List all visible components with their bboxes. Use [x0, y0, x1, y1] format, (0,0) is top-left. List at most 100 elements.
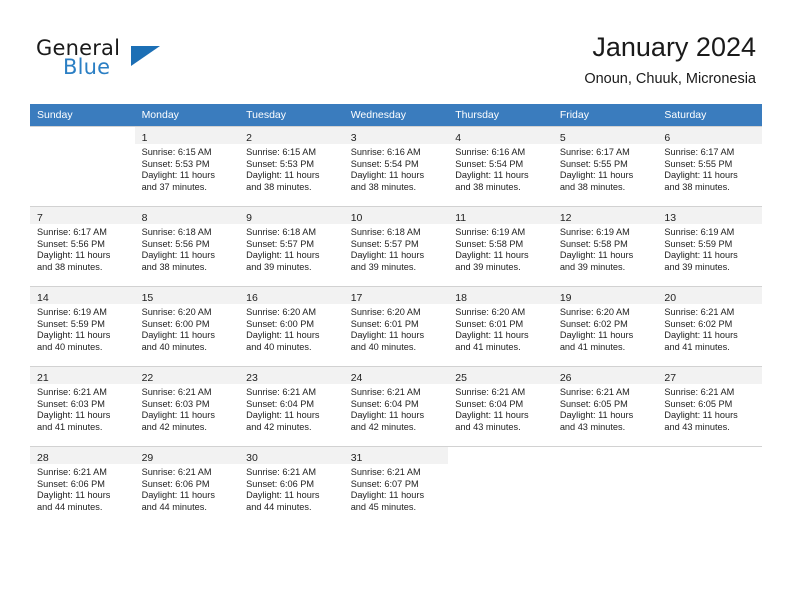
day-cell-inner	[552, 446, 658, 526]
day-detail-line: Sunset: 6:03 PM	[37, 398, 105, 409]
calendar-day-cell[interactable]: 8 Sunrise: 6:18 AM Sunset: 5:56 PM Daylight…	[134, 206, 240, 286]
day-detail-line: Sunrise: 6:17 AM	[37, 227, 107, 237]
day-number-bar: 9	[239, 207, 344, 224]
day-number: 2	[246, 132, 252, 144]
day-number: 20	[664, 292, 677, 304]
day-detail-line: and 41 minutes.	[559, 341, 626, 352]
day-detail-line: Daylight: 11 hours	[37, 410, 111, 421]
calendar-day-cell[interactable]: 2 Sunrise: 6:15 AM Sunset: 5:53 PM Daylight…	[239, 126, 344, 206]
day-detail-lines: Sunrise: 6:21 AM Sunset: 6:06 PM Daylight:…	[239, 464, 344, 513]
calendar-day-cell[interactable]: 27 Sunrise: 6:21 AM Sunset: 6:05 PM Dayligh…	[657, 366, 762, 446]
day-number: 1	[141, 132, 148, 144]
day-cell-inner: 19 Sunrise: 6:20 AM Sunset: 6:02 PM Dayligh…	[552, 286, 658, 366]
day-detail-line: Sunset: 6:05 PM	[664, 398, 733, 409]
calendar-day-cell[interactable]: 15 Sunrise: 6:20 AM Sunset: 6:00 PM Dayligh…	[134, 286, 240, 366]
day-cell-inner: 15 Sunrise: 6:20 AM Sunset: 6:00 PM Dayligh…	[134, 286, 240, 366]
calendar-day-cell[interactable]: 22 Sunrise: 6:21 AM Sunset: 6:03 PM Dayligh…	[134, 366, 240, 446]
day-detail-line: Sunset: 6:04 PM	[246, 398, 315, 409]
calendar-empty-cell	[552, 446, 658, 526]
calendar-day-cell[interactable]: 30 Sunrise: 6:21 AM Sunset: 6:06 PM Dayligh…	[239, 446, 344, 526]
day-detail-line: Sunset: 6:02 PM	[664, 318, 733, 329]
calendar-day-cell[interactable]: 4 Sunrise: 6:16 AM Sunset: 5:54 PM Daylight…	[448, 126, 553, 206]
calendar-day-cell[interactable]: 21 Sunrise: 6:21 AM Sunset: 6:03 PM Dayligh…	[30, 366, 135, 446]
calendar-day-cell[interactable]: 25 Sunrise: 6:21 AM Sunset: 6:04 PM Dayligh…	[448, 366, 553, 446]
day-number: 23	[246, 372, 258, 384]
calendar-day-cell[interactable]: 7 Sunrise: 6:17 AM Sunset: 5:56 PM Daylight…	[30, 206, 135, 286]
day-cell-inner: 17 Sunrise: 6:20 AM Sunset: 6:01 PM Dayligh…	[343, 286, 449, 366]
calendar-day-cell[interactable]: 1 Sunrise: 6:15 AM Sunset: 5:53 PM Daylight…	[134, 126, 240, 206]
day-detail-line: and 40 minutes.	[246, 341, 312, 352]
day-detail-line: Sunrise: 6:21 AM	[350, 387, 421, 397]
calendar-day-cell[interactable]: 19 Sunrise: 6:20 AM Sunset: 6:02 PM Dayligh…	[552, 286, 658, 366]
day-cell-inner: 7 Sunrise: 6:17 AM Sunset: 5:56 PM Daylight…	[30, 206, 135, 286]
weekday-header-thursday: Thursday	[448, 104, 553, 126]
day-detail-line: Daylight: 11 hours	[664, 330, 738, 341]
day-detail-lines: Sunrise: 6:16 AM Sunset: 5:54 PM Daylight:…	[344, 144, 449, 193]
day-detail-line: and 38 minutes.	[141, 261, 207, 272]
day-number-bar: 6	[657, 127, 762, 144]
day-detail-line: Daylight: 11 hours	[246, 490, 320, 501]
calendar-day-cell[interactable]: 31 Sunrise: 6:21 AM Sunset: 6:07 PM Dayligh…	[343, 446, 449, 526]
day-detail-line: Sunset: 6:03 PM	[141, 398, 210, 409]
calendar-day-cell[interactable]: 12 Sunrise: 6:19 AM Sunset: 5:58 PM Dayligh…	[552, 206, 658, 286]
calendar-day-cell[interactable]: 14 Sunrise: 6:19 AM Sunset: 5:59 PM Dayligh…	[30, 286, 135, 366]
day-detail-line: Sunrise: 6:21 AM	[37, 387, 107, 397]
day-detail-lines: Sunrise: 6:17 AM Sunset: 5:55 PM Daylight:…	[657, 144, 762, 193]
calendar-day-cell[interactable]: 20 Sunrise: 6:21 AM Sunset: 6:02 PM Dayligh…	[657, 286, 762, 366]
day-detail-line: Sunrise: 6:17 AM	[559, 147, 630, 157]
day-number-bar: 14	[30, 287, 135, 304]
day-cell-inner	[657, 446, 762, 526]
calendar-page: General Blue January 2024 Onoun, Chuuk, …	[0, 0, 792, 612]
calendar-day-cell[interactable]: 6 Sunrise: 6:17 AM Sunset: 5:55 PM Daylight…	[657, 126, 762, 206]
calendar-day-cell[interactable]: 5 Sunrise: 6:17 AM Sunset: 5:55 PM Daylight…	[552, 126, 658, 206]
calendar-day-cell[interactable]: 26 Sunrise: 6:21 AM Sunset: 6:05 PM Dayligh…	[552, 366, 658, 446]
calendar-day-cell[interactable]: 13 Sunrise: 6:19 AM Sunset: 5:59 PM Dayligh…	[657, 206, 762, 286]
day-number-bar: 12	[552, 207, 658, 224]
day-detail-line: Daylight: 11 hours	[141, 330, 215, 341]
day-number: 4	[455, 132, 462, 144]
day-cell-inner: 29 Sunrise: 6:21 AM Sunset: 6:06 PM Dayligh…	[134, 446, 240, 526]
day-detail-line: Sunset: 5:54 PM	[350, 158, 419, 169]
day-detail-line: Sunrise: 6:15 AM	[246, 147, 317, 157]
day-detail-line: Sunrise: 6:19 AM	[455, 227, 526, 237]
calendar-day-cell[interactable]: 24 Sunrise: 6:21 AM Sunset: 6:04 PM Dayligh…	[343, 366, 449, 446]
day-number: 9	[246, 212, 252, 224]
calendar-day-cell[interactable]: 18 Sunrise: 6:20 AM Sunset: 6:01 PM Dayligh…	[448, 286, 553, 366]
day-detail-lines: Sunrise: 6:21 AM Sunset: 6:04 PM Daylight:…	[448, 384, 553, 433]
calendar-day-cell[interactable]: 11 Sunrise: 6:19 AM Sunset: 5:58 PM Dayligh…	[448, 206, 553, 286]
day-detail-line: Daylight: 11 hours	[455, 410, 529, 421]
day-cell-inner: 5 Sunrise: 6:17 AM Sunset: 5:55 PM Daylight…	[552, 126, 658, 206]
weekday-header-wednesday: Wednesday	[343, 104, 449, 126]
day-detail-line: Sunset: 6:06 PM	[246, 478, 315, 489]
day-detail-line: Sunrise: 6:21 AM	[141, 467, 212, 477]
day-detail-lines: Sunrise: 6:19 AM Sunset: 5:59 PM Daylight:…	[30, 304, 135, 353]
calendar-day-cell[interactable]: 16 Sunrise: 6:20 AM Sunset: 6:00 PM Dayligh…	[239, 286, 344, 366]
day-detail-line: Sunset: 6:04 PM	[350, 398, 419, 409]
day-number-bar: 31	[343, 447, 449, 464]
day-detail-line: Sunset: 5:53 PM	[246, 158, 315, 169]
day-number: 28	[37, 452, 49, 464]
day-detail-line: Sunset: 6:01 PM	[350, 318, 419, 329]
calendar-day-cell[interactable]: 17 Sunrise: 6:20 AM Sunset: 6:01 PM Dayligh…	[343, 286, 449, 366]
day-detail-line: and 39 minutes.	[664, 261, 730, 272]
day-number-bar	[657, 447, 762, 464]
day-cell-inner: 9 Sunrise: 6:18 AM Sunset: 5:57 PM Daylight…	[239, 206, 344, 286]
calendar-day-cell[interactable]: 23 Sunrise: 6:21 AM Sunset: 6:04 PM Dayligh…	[239, 366, 344, 446]
calendar-day-cell[interactable]: 10 Sunrise: 6:18 AM Sunset: 5:57 PM Dayligh…	[343, 206, 449, 286]
day-detail-line: and 38 minutes.	[559, 181, 626, 192]
day-number: 22	[141, 372, 154, 384]
day-cell-inner: 20 Sunrise: 6:21 AM Sunset: 6:02 PM Dayligh…	[657, 286, 762, 366]
day-cell-inner: 28 Sunrise: 6:21 AM Sunset: 6:06 PM Dayligh…	[30, 446, 135, 526]
day-detail-line: Sunrise: 6:21 AM	[455, 387, 526, 397]
calendar-day-cell[interactable]: 9 Sunrise: 6:18 AM Sunset: 5:57 PM Daylight…	[239, 206, 344, 286]
day-detail-line: Sunrise: 6:16 AM	[455, 147, 526, 157]
calendar-day-cell[interactable]: 29 Sunrise: 6:21 AM Sunset: 6:06 PM Dayligh…	[134, 446, 240, 526]
calendar-body: 1 Sunrise: 6:15 AM Sunset: 5:53 PM Daylight…	[30, 126, 762, 526]
day-number-bar: 7	[30, 207, 135, 224]
calendar-day-cell[interactable]: 3 Sunrise: 6:16 AM Sunset: 5:54 PM Daylight…	[343, 126, 449, 206]
day-detail-line: Sunrise: 6:21 AM	[246, 467, 317, 477]
calendar-day-cell[interactable]: 28 Sunrise: 6:21 AM Sunset: 6:06 PM Dayligh…	[30, 446, 135, 526]
day-number-bar	[448, 447, 553, 464]
day-number: 5	[559, 132, 566, 144]
day-detail-line: Daylight: 11 hours	[664, 170, 738, 181]
